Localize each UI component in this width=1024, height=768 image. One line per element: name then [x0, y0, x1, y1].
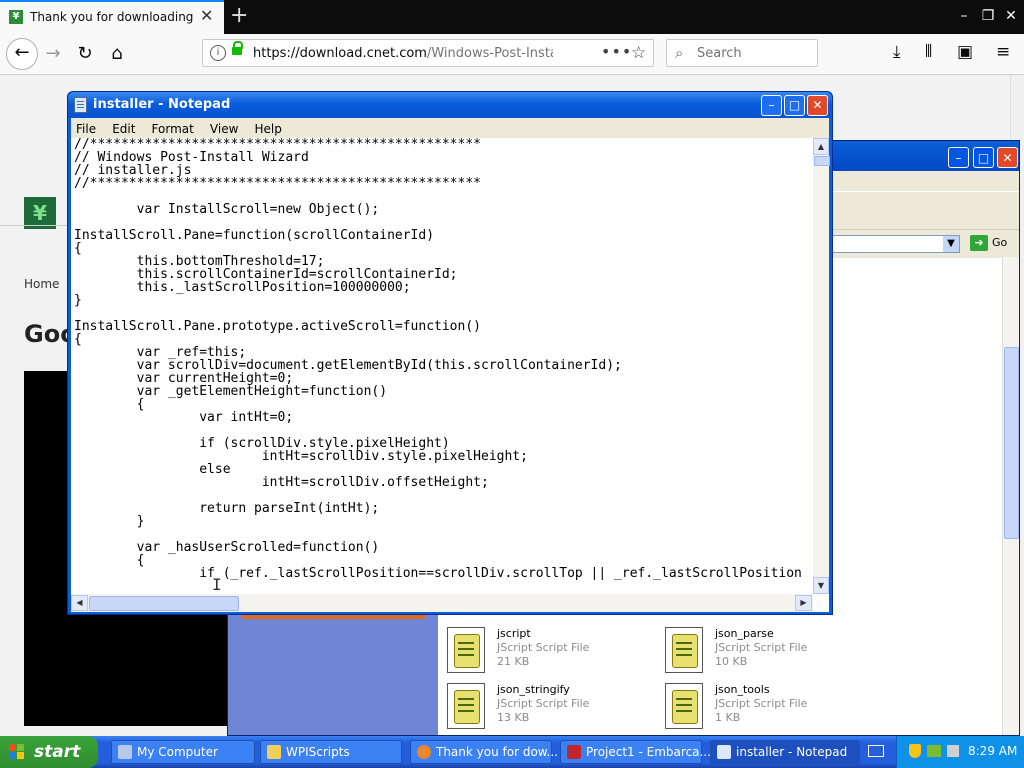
close-window-icon[interactable]: ✕	[1001, 6, 1021, 26]
notepad-maximize-icon[interactable]: □	[784, 95, 805, 116]
url-text: https://download.cnet.com/Windows-Post-I…	[253, 46, 553, 61]
vertical-scroll-thumb[interactable]	[814, 156, 830, 166]
go-label: Go	[992, 236, 1008, 249]
sidebar-icon[interactable]: ▣	[957, 42, 973, 62]
menu-icon[interactable]: ≡	[996, 42, 1010, 62]
browser-navigation-bar: ← → ↻ ⌂ i https://download.cnet.com/Wind…	[0, 34, 1024, 75]
new-tab-icon[interactable]: +	[230, 3, 248, 28]
script-file-icon	[447, 683, 485, 729]
folder-icon	[267, 745, 281, 759]
tab-title: Thank you for downloading Windo	[30, 10, 194, 24]
notepad-menu-bar: File Edit Format View Help	[71, 118, 829, 138]
taskbar-item-embarcadero[interactable]: Project1 - Embarca...	[560, 740, 711, 764]
search-box[interactable]: ⌕ Search	[666, 39, 818, 67]
explorer-scrollbar[interactable]	[1002, 257, 1019, 735]
tab-close-icon[interactable]: ✕	[200, 8, 213, 24]
page-actions-icon[interactable]: •••	[601, 42, 632, 61]
breadcrumb-home[interactable]: Home	[24, 277, 59, 291]
reload-icon[interactable]: ↻	[72, 41, 98, 67]
explorer-minimize-icon[interactable]: –	[948, 147, 969, 168]
computer-icon	[118, 745, 132, 759]
lock-icon	[232, 41, 243, 55]
script-file-icon	[665, 683, 703, 729]
taskbar-item-firefox[interactable]: Thank you for dow...	[410, 740, 558, 764]
text-cursor-icon: I	[212, 575, 222, 594]
explorer-maximize-icon[interactable]: □	[973, 147, 994, 168]
notepad-text-content[interactable]: //**************************************…	[74, 138, 812, 580]
start-button[interactable]: start	[0, 736, 98, 768]
home-icon[interactable]: ⌂	[104, 41, 130, 67]
file-item-json-stringify[interactable]: json_stringify JScript Script File 13 KB	[447, 683, 647, 733]
notepad-close-icon[interactable]: ✕	[807, 95, 828, 116]
address-input[interactable]: ▼	[832, 235, 960, 253]
taskbar-item-notepad[interactable]: installer - Notepad	[710, 740, 860, 764]
downloads-icon[interactable]: ⤓	[893, 42, 901, 62]
minimize-icon[interactable]: –	[954, 6, 974, 26]
scroll-down-icon[interactable]: ▼	[813, 577, 829, 594]
menu-format[interactable]: Format	[147, 119, 200, 136]
explorer-close-icon[interactable]: ✕	[997, 147, 1018, 168]
url-bar[interactable]: i https://download.cnet.com/Windows-Post…	[202, 39, 654, 67]
volume-icon[interactable]	[947, 745, 959, 757]
menu-view[interactable]: View	[205, 119, 244, 136]
browser-tab-active[interactable]: ¥ Thank you for downloading Windo ✕	[0, 0, 224, 34]
notepad-minimize-icon[interactable]: –	[761, 95, 782, 116]
embarcadero-icon	[567, 745, 581, 759]
script-file-icon	[447, 627, 485, 673]
clock[interactable]: 8:29 AM	[968, 744, 1017, 758]
notepad-horizontal-scrollbar[interactable]: ◀ ▶	[71, 594, 813, 612]
go-button[interactable]: ➜ Go	[970, 235, 1014, 253]
security-shield-icon[interactable]	[909, 744, 921, 758]
file-item-jscript[interactable]: jscript JScript Script File 21 KB	[447, 627, 647, 677]
notepad-title: installer - Notepad	[93, 97, 231, 112]
windows-flag-icon	[9, 744, 25, 760]
notepad-editor[interactable]: //**************************************…	[71, 138, 830, 612]
search-icon: ⌕	[675, 44, 684, 62]
bookmark-star-icon[interactable]: ☆	[631, 43, 646, 63]
menu-edit[interactable]: Edit	[107, 119, 141, 136]
address-dropdown-icon[interactable]: ▼	[943, 236, 959, 252]
back-icon[interactable]: ←	[6, 38, 38, 70]
network-icon[interactable]	[927, 745, 941, 757]
explorer-scroll-thumb[interactable]	[1004, 347, 1019, 539]
menu-file[interactable]: File	[71, 119, 102, 136]
download-favicon-icon: ¥	[9, 10, 23, 24]
notepad-icon	[717, 745, 731, 759]
info-icon[interactable]: i	[210, 45, 226, 61]
start-label: start	[34, 742, 81, 762]
system-tray: 8:29 AM	[896, 736, 1024, 768]
notepad-window: installer - Notepad – □ ✕ File Edit Form…	[67, 91, 833, 615]
horizontal-scroll-thumb[interactable]	[89, 596, 239, 611]
taskbar: start My Computer WPIScripts Thank you f…	[0, 736, 1024, 768]
restore-icon[interactable]: ❐	[978, 6, 998, 26]
scroll-up-icon[interactable]: ▲	[813, 138, 829, 155]
menu-help[interactable]: Help	[250, 119, 288, 136]
taskbar-item-wpiscripts[interactable]: WPIScripts	[260, 740, 402, 764]
go-arrow-icon: ➜	[970, 235, 988, 251]
script-file-icon	[665, 627, 703, 673]
firefox-icon	[417, 745, 431, 759]
notepad-title-bar[interactable]: installer - Notepad – □ ✕	[68, 92, 832, 118]
notepad-icon	[74, 97, 87, 113]
scroll-right-icon[interactable]: ▶	[795, 595, 812, 611]
search-placeholder: Search	[697, 46, 742, 61]
scroll-left-icon[interactable]: ◀	[71, 595, 88, 611]
file-item-json-tools[interactable]: json_tools JScript Script File 1 KB	[665, 683, 865, 733]
taskbar-item-my-computer[interactable]: My Computer	[111, 740, 255, 764]
forward-icon[interactable]: →	[40, 41, 66, 67]
task-pane-bar	[242, 615, 426, 619]
library-icon[interactable]: ⫴	[925, 42, 932, 62]
browser-tab-bar: ¥ Thank you for downloading Windo ✕ + – …	[0, 0, 1024, 34]
notepad-vertical-scrollbar[interactable]: ▲ ▼	[813, 138, 830, 594]
file-item-json-parse[interactable]: json_parse JScript Script File 10 KB	[665, 627, 865, 677]
keyboard-icon[interactable]	[868, 745, 884, 757]
